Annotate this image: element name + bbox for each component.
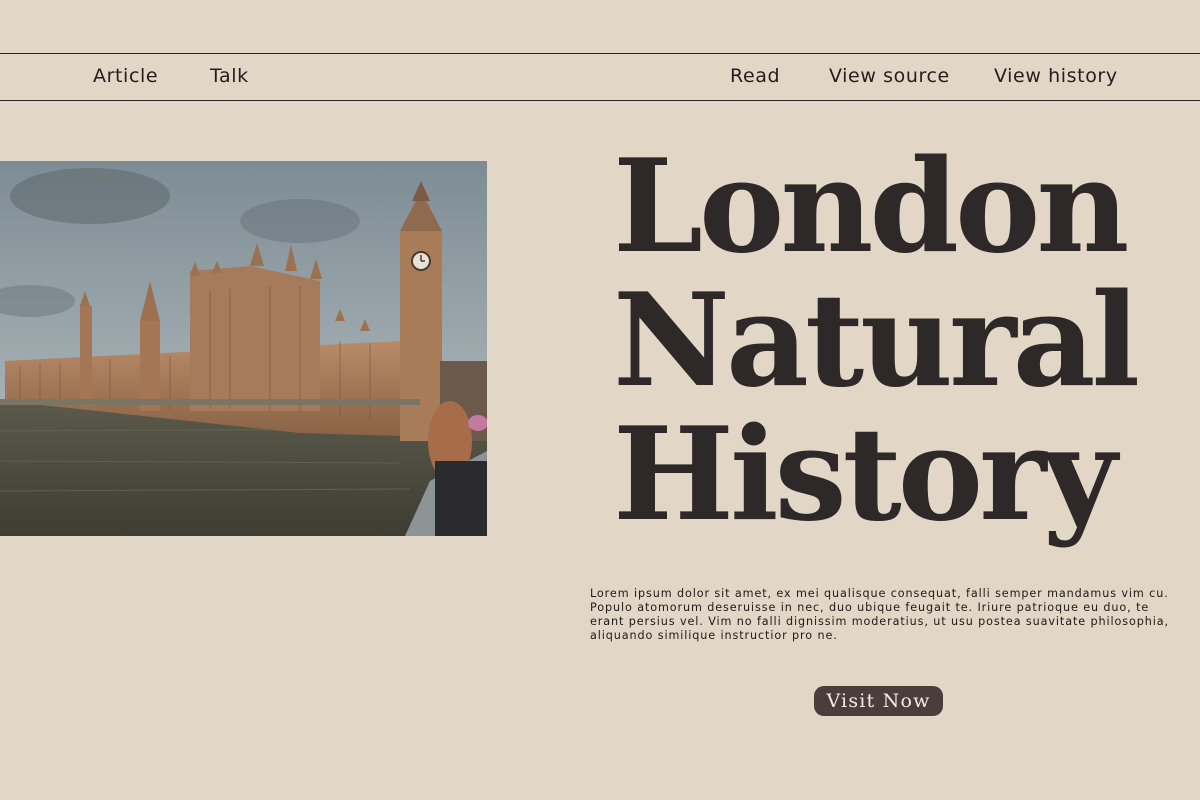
page-title-line-1: London (613, 132, 1129, 282)
nav-link-talk[interactable]: Talk (210, 65, 249, 87)
page-title-line-3: History (613, 400, 1117, 550)
body-text: Lorem ipsum dolor sit amet, ex mei quali… (590, 587, 1169, 642)
nav-link-view-source[interactable]: View source (829, 65, 950, 87)
hero-image-parliament (0, 161, 487, 536)
nav-link-read[interactable]: Read (730, 65, 780, 87)
top-navigation: Article Talk Read View source View histo… (0, 53, 1200, 101)
visit-now-button[interactable]: Visit Now (814, 686, 943, 716)
page-title: London Natural History (613, 140, 1173, 542)
nav-link-view-history[interactable]: View history (994, 65, 1118, 87)
nav-link-article[interactable]: Article (93, 65, 158, 87)
page-title-line-2: Natural (613, 266, 1140, 416)
